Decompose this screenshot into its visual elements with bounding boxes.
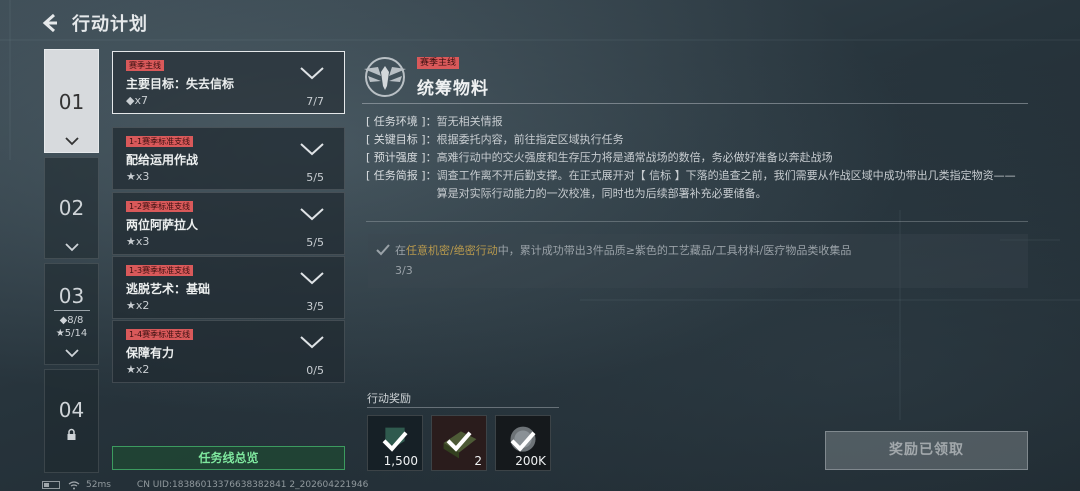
- chapter-diamond-stat: ◆8/8: [59, 315, 84, 326]
- chevron-down-icon[interactable]: [300, 142, 324, 156]
- chapter-star-stat: ★5/14: [55, 328, 88, 339]
- quest-reward: ★x3: [126, 235, 150, 248]
- mission-title: 统筹物料: [417, 79, 489, 99]
- claim-reward-button[interactable]: 奖励已领取: [825, 431, 1028, 470]
- chapter-tab-02[interactable]: 02: [44, 157, 99, 259]
- quest-card-main[interactable]: 赛季主线 主要目标：失去信标 ◆x7 7/7: [112, 51, 345, 114]
- info-label: [ 关键目标 ]：: [366, 133, 437, 146]
- lock-icon: [67, 428, 76, 440]
- chevron-down-icon: [64, 137, 79, 146]
- wifi-icon: [68, 480, 80, 489]
- chapter-divider: [53, 310, 90, 311]
- ping-value: 52ms: [86, 480, 111, 490]
- back-arrow-icon[interactable]: [40, 12, 62, 34]
- quest-name: 逃脱艺术：基础: [126, 282, 211, 296]
- quest-progress: 3/5: [306, 300, 324, 313]
- quest-tag: 赛季主线: [126, 60, 164, 71]
- quest-card-side-4[interactable]: 1-4赛季标准支线 保障有力 ★x2 0/5: [112, 320, 345, 383]
- quest-card-side-2[interactable]: 1-2赛季标准支线 两位阿萨拉人 ★x3 5/5: [112, 192, 345, 255]
- info-row-environment: [ 任务环境 ]： 暂无相关情报: [366, 113, 1026, 131]
- claimed-check-icon: [446, 431, 472, 452]
- quest-tag: 1-4赛季标准支线: [126, 329, 194, 340]
- chevron-down-icon[interactable]: [300, 66, 324, 80]
- chapter-number: 01: [58, 90, 85, 114]
- quest-card-side-1[interactable]: 1-1赛季标准支线 配给运用作战 ★x3 5/5: [112, 127, 345, 190]
- top-bar: 行动计划: [40, 10, 148, 36]
- info-row-key-target: [ 关键目标 ]： 根据委托内容，前往指定区域执行任务: [366, 131, 1026, 149]
- quest-tag: 1-2赛季标准支线: [126, 201, 194, 212]
- mission-info: [ 任务环境 ]： 暂无相关情报 [ 关键目标 ]： 根据委托内容，前往指定区域…: [366, 113, 1026, 203]
- quest-tag: 1-3赛季标准支线: [126, 265, 194, 276]
- info-row-briefing: [ 任务简报 ]： 调查工作离不开后勤支撑。在正式展开对【 信标 】下落的追查之…: [366, 167, 1026, 203]
- chapter-tab-01[interactable]: 01: [44, 49, 99, 153]
- reward-item-1[interactable]: 1,500: [367, 415, 423, 471]
- checkmark-icon: [376, 244, 390, 256]
- quest-reward: ★x2: [126, 363, 150, 376]
- claimed-check-icon: [510, 431, 536, 452]
- reward-quantity: 1,500: [383, 454, 418, 468]
- objective-count: 3/3: [395, 264, 413, 277]
- divider: [366, 221, 1028, 222]
- user-uid: CN UID:18386013376638382841 2_2026042219…: [136, 480, 369, 490]
- info-row-intensity: [ 预计强度 ]： 高难行动中的交火强度和生存压力将是通常战场的数倍，务必做好准…: [366, 149, 1026, 167]
- info-label: [ 预计强度 ]：: [366, 151, 437, 164]
- page-title: 行动计划: [72, 14, 148, 35]
- chevron-down-icon: [64, 243, 79, 252]
- objective-highlight: 任意机密/绝密行动: [406, 244, 498, 257]
- eagle-emblem-icon: [364, 57, 406, 97]
- chapter-tab-04[interactable]: 04: [44, 369, 99, 473]
- quest-reward: ◆x7: [126, 94, 148, 107]
- quest-reward: ★x3: [126, 170, 150, 183]
- quest-reward: ★x2: [126, 299, 150, 312]
- divider: [367, 407, 559, 408]
- chapter-number: 03: [58, 284, 85, 308]
- status-bar: 52ms CN UID:18386013376638382841 2_20260…: [42, 479, 368, 491]
- chevron-down-icon[interactable]: [300, 271, 324, 285]
- quest-progress: 0/5: [306, 364, 324, 377]
- info-value: 暂无相关情报: [436, 115, 503, 128]
- objective-prefix: 在: [395, 244, 406, 257]
- info-value: 根据委托内容，前往指定区域执行任务: [436, 133, 624, 146]
- info-value: 高难行动中的交火强度和生存压力将是通常战场的数倍，务必做好准备以奔赴战场: [436, 151, 833, 164]
- info-label: [ 任务环境 ]：: [366, 115, 437, 128]
- chapter-number: 02: [58, 196, 85, 220]
- quest-name: 主要目标：失去信标: [126, 77, 235, 91]
- quest-progress: 5/5: [306, 171, 324, 184]
- quest-name: 保障有力: [126, 346, 175, 360]
- chevron-down-icon[interactable]: [300, 335, 324, 349]
- quest-progress: 7/7: [306, 95, 324, 108]
- claimed-check-icon: [382, 431, 408, 452]
- chapter-number: 04: [58, 398, 85, 422]
- info-label: [ 任务简报 ]：: [366, 169, 437, 182]
- questline-overview-button[interactable]: 任务线总览: [112, 446, 345, 470]
- quest-card-side-3[interactable]: 1-3赛季标准支线 逃脱艺术：基础 ★x2 3/5: [112, 256, 345, 319]
- quest-tag: 1-1赛季标准支线: [126, 136, 194, 147]
- objective-text: 在任意机密/绝密行动中，累计成功带出3件品质≥紫色的工艺藏品/工具材料/医疗物品…: [395, 242, 851, 258]
- mission-objective: 在任意机密/绝密行动中，累计成功带出3件品质≥紫色的工艺藏品/工具材料/医疗物品…: [368, 234, 1028, 288]
- battery-icon: [42, 481, 60, 489]
- chapter-tab-03[interactable]: 03 ◆8/8 ★5/14: [44, 263, 99, 365]
- mission-tag: 赛季主线: [417, 57, 460, 69]
- divider: [362, 103, 1028, 104]
- rewards-label: 行动奖励: [367, 392, 411, 405]
- reward-item-2[interactable]: 2: [431, 415, 487, 471]
- quest-progress: 5/5: [306, 236, 324, 249]
- objective-suffix: 中，累计成功带出3件品质≥紫色的工艺藏品/工具材料/医疗物品类收集品: [497, 244, 852, 257]
- chevron-down-icon[interactable]: [300, 207, 324, 221]
- info-value: 调查工作离不开后勤支撑。在正式展开对【 信标 】下落的追查之前，我们需要从作战区…: [436, 169, 1016, 200]
- chevron-down-icon: [64, 349, 79, 358]
- quest-name: 两位阿萨拉人: [126, 218, 199, 232]
- quest-name: 配给运用作战: [126, 153, 199, 167]
- reward-quantity: 200K: [515, 454, 546, 468]
- reward-item-3[interactable]: 200K: [495, 415, 551, 471]
- reward-quantity: 2: [474, 454, 482, 468]
